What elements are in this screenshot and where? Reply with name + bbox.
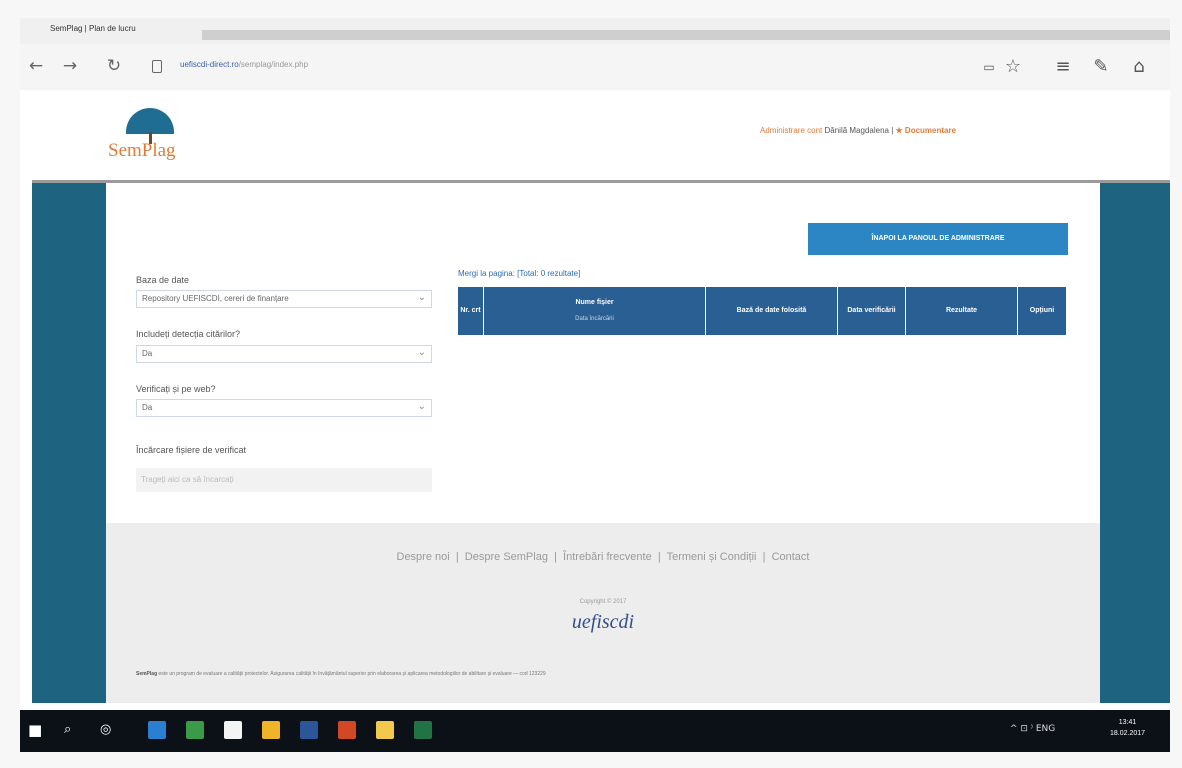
results-table-header: Nr. crt Nume fișier Data încărcării Bază… (458, 287, 1066, 335)
column-sublabel: Data încărcării (575, 316, 614, 322)
screen: SemPlag | Plan de lucru ← → ↻ uefiscdi-d… (0, 0, 1182, 768)
url-path: /semplag/index.php (238, 60, 309, 69)
column-label: Nume fișier (575, 299, 614, 306)
quotes-value: Da (142, 349, 153, 358)
column-label: Rezultate (945, 307, 978, 314)
web-select[interactable]: Da ⌄ (136, 399, 432, 417)
copyright: Copyright © 2017 (579, 599, 627, 605)
logo-text: SemPlag (108, 140, 176, 161)
column-header[interactable]: Rezultate (906, 287, 1018, 335)
notes-icon[interactable]: ✎ (1090, 56, 1112, 78)
system-tray[interactable]: ^ ⊡ ⁾ ENG (1010, 724, 1055, 734)
lock-icon (152, 60, 162, 73)
taskbar: ■ ⌕ ◎ ^ ⊡ ⁾ ENG 13:41 18.02.2017 (20, 710, 1170, 752)
favorite-star-icon[interactable]: ☆ (1002, 56, 1024, 78)
browser-tab-bar: SemPlag | Plan de lucru (20, 18, 1170, 44)
admin-link[interactable]: Administrare cont (760, 126, 822, 135)
word-icon[interactable] (300, 721, 318, 739)
chevron-down-icon: ⌄ (417, 401, 426, 412)
back-to-admin-button[interactable]: ÎNAPOI LA PANOUL DE ADMINISTRARE (808, 223, 1068, 255)
separator: | (891, 126, 894, 135)
clock[interactable]: 13:41 18.02.2017 (1110, 717, 1145, 739)
column-label: Nr. crt (460, 307, 481, 314)
browser-nav-bar: ← → ↻ uefiscdi-direct.ro/semplag/index.p… (20, 44, 1170, 90)
footer-links: Despre noi | Despre SemPlag | Întrebări … (396, 551, 810, 563)
user-menu: Administrare cont Dănilă Magdalena | ★ D… (760, 126, 956, 135)
excel-icon[interactable] (414, 721, 432, 739)
clock-date: 18.02.2017 (1110, 730, 1146, 737)
tab-strip (202, 30, 1170, 40)
refresh-icon[interactable]: ↻ (104, 56, 124, 76)
pagination-text[interactable]: Mergi la pagina: [Total: 0 rezultate] (458, 269, 580, 278)
task-view-icon[interactable]: ◎ (100, 720, 111, 740)
umbrella-icon (126, 108, 174, 134)
column-label: Opțiuni (1029, 307, 1055, 314)
web-label: Verificați și pe web? (136, 384, 216, 394)
footer-link-terms[interactable]: Termeni și Condiții (667, 551, 757, 563)
footer-link-faq[interactable]: Întrebări frecvente (563, 551, 652, 563)
web-value: Da (142, 403, 153, 412)
file-upload-input[interactable]: Trageți aici ca să încarcați (136, 468, 432, 492)
hub-icon[interactable]: ≡ (1052, 56, 1074, 78)
footer-link-contact[interactable]: Contact (772, 551, 810, 563)
uefiscdi-logo[interactable]: uefiscdi (106, 611, 1100, 634)
share-icon[interactable]: ⌂ (1128, 56, 1150, 78)
sticky-notes-icon[interactable] (376, 721, 394, 739)
database-label: Baza de date (136, 275, 190, 285)
chevron-down-icon: ⌄ (417, 347, 426, 358)
footer-note: SemPlag este un program de evaluare a ca… (136, 671, 1076, 677)
footer-link-about[interactable]: Despre noi (397, 551, 450, 563)
column-label: Data verificării (847, 307, 896, 314)
column-header[interactable]: Opțiuni (1018, 287, 1066, 335)
quotes-label: Includeți detecția citărilor? (136, 329, 241, 339)
upload-label: Încărcare fișiere de verificat (136, 445, 247, 455)
search-icon[interactable]: ⌕ (64, 720, 71, 740)
clock-time: 13:41 (1118, 719, 1137, 726)
windows-start-icon[interactable]: ■ (28, 720, 42, 740)
database-value: Repository UEFISCDI, cereri de finanțare (142, 294, 289, 303)
store-icon[interactable] (224, 721, 242, 739)
database-select[interactable]: Repository UEFISCDI, cereri de finanțare… (136, 290, 432, 308)
documentation-link[interactable]: ★ Documentare (896, 126, 957, 135)
forward-arrow-icon[interactable]: → (60, 56, 80, 76)
column-header[interactable]: Nr. crt (458, 287, 484, 335)
back-arrow-icon[interactable]: ← (26, 56, 46, 76)
web-page: SemPlag Administrare cont Dănilă Magdale… (20, 90, 1170, 710)
file-explorer-icon[interactable] (186, 721, 204, 739)
quotes-select[interactable]: Da ⌄ (136, 345, 432, 363)
semplag-logo[interactable]: SemPlag (108, 106, 208, 166)
footer-link-about-semplag[interactable]: Despre SemPlag (465, 551, 548, 563)
chevron-down-icon: ⌄ (417, 292, 426, 303)
footer-note-text: este un program de evaluare a calității … (158, 671, 546, 677)
url-host: uefiscdi-direct.ro (180, 60, 239, 69)
right-side-band (1100, 183, 1170, 703)
page-footer: Despre noi | Despre SemPlag | Întrebări … (106, 523, 1100, 703)
user-name: Dănilă Magdalena (824, 126, 889, 135)
edge-icon[interactable] (148, 721, 166, 739)
column-header[interactable]: Data verificării (838, 287, 906, 335)
column-label: Bază de date folosită (736, 307, 807, 314)
address-bar[interactable]: uefiscdi-direct.ro/semplag/index.php (180, 60, 308, 69)
footer-note-prefix: SemPlag (136, 671, 158, 677)
folder-icon[interactable] (262, 721, 280, 739)
powerpoint-icon[interactable] (338, 721, 356, 739)
browser-tab[interactable]: SemPlag | Plan de lucru (42, 18, 192, 40)
column-header[interactable]: Bază de date folosită (706, 287, 838, 335)
reading-view-icon[interactable]: ▭ (978, 56, 1000, 78)
column-header[interactable]: Nume fișier Data încărcării (484, 287, 706, 335)
left-side-band (32, 183, 106, 703)
